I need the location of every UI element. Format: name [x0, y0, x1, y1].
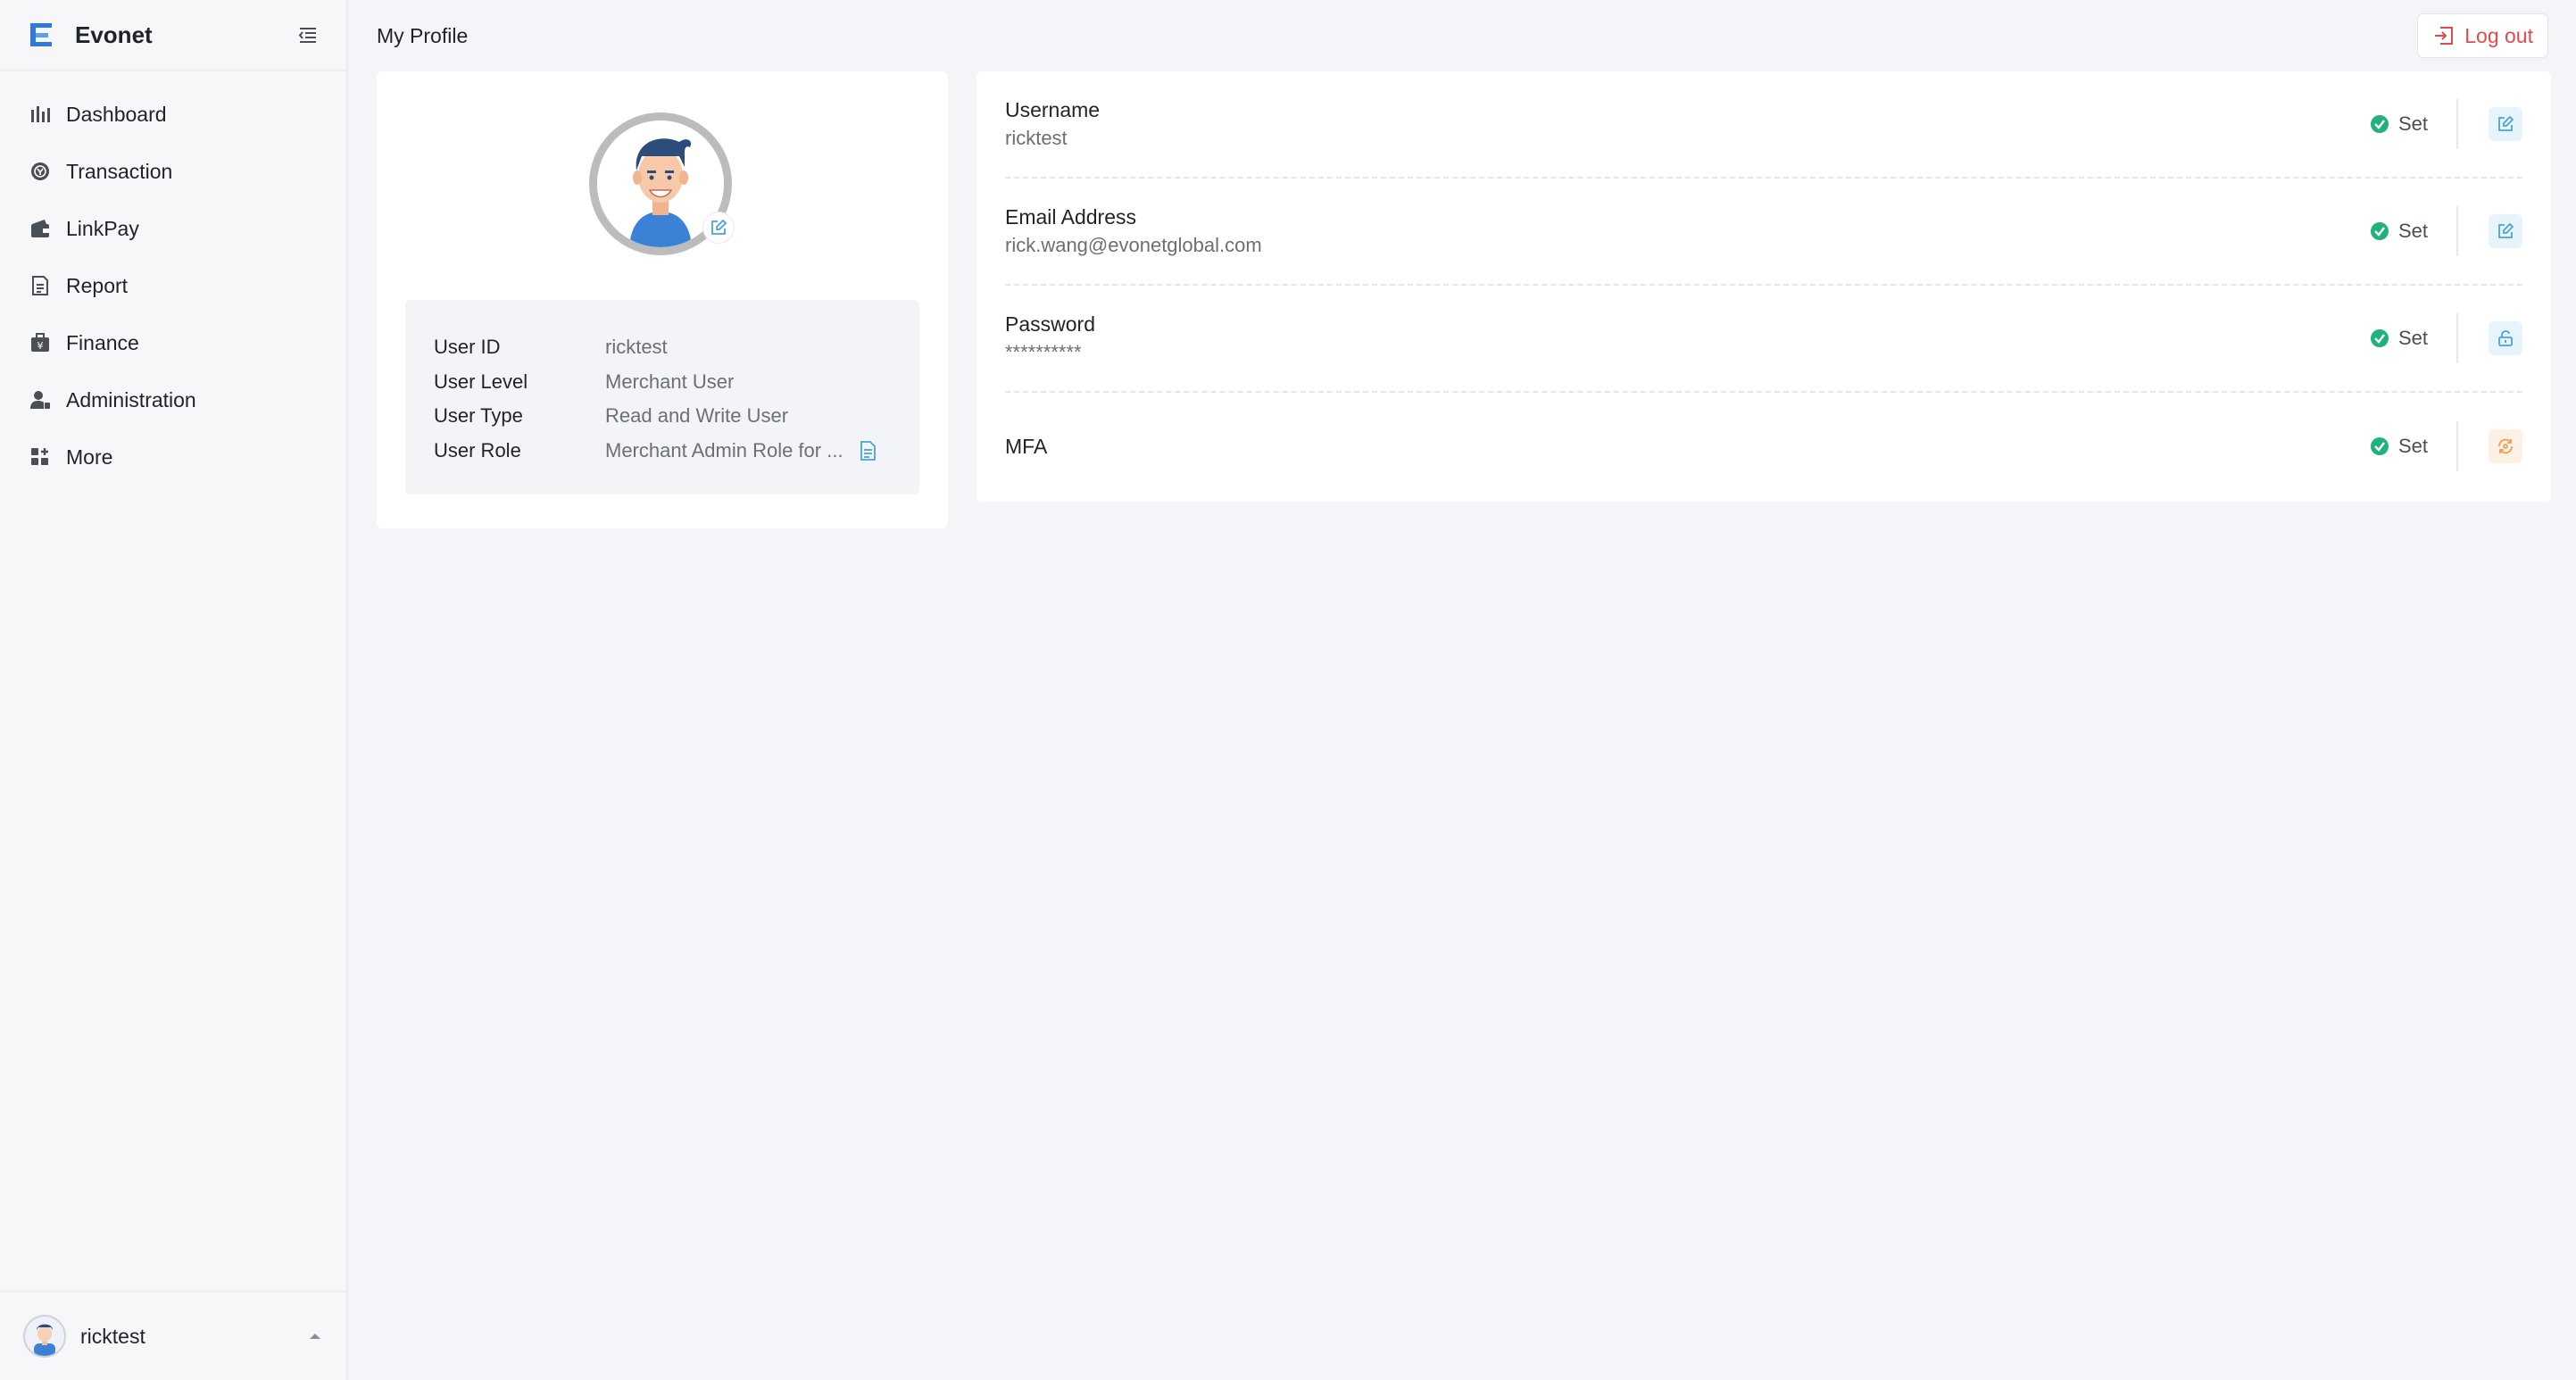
setting-text: Password **********	[1005, 310, 1095, 367]
info-value: ricktest	[605, 336, 668, 359]
setting-text: Username ricktest	[1005, 96, 1100, 153]
status-badge: Set	[2370, 327, 2428, 350]
setting-row-mfa: MFA Set	[1005, 393, 2522, 500]
change-password-button[interactable]	[2489, 321, 2522, 355]
sidebar-item-label: More	[66, 445, 113, 469]
setting-value: **********	[1005, 341, 1082, 363]
main-content: My Profile Log out User ID ricktest User…	[348, 0, 2576, 1380]
info-label: User Level	[434, 370, 528, 393]
avatar	[23, 1315, 66, 1358]
grid-icon	[29, 445, 52, 469]
setting-value: ricktest	[1005, 127, 1068, 149]
setting-row-username: Username ricktest Set	[1005, 71, 2522, 179]
admin-icon	[29, 388, 52, 412]
info-row-user-id: User ID ricktest	[434, 330, 891, 365]
profile-card: User ID ricktest User Level Merchant Use…	[377, 71, 948, 528]
divider	[2456, 99, 2458, 149]
sidebar-item-report[interactable]: Report	[0, 257, 346, 314]
info-value: Merchant Admin Role for ...	[605, 438, 843, 461]
divider	[2456, 421, 2458, 471]
status-badge: Set	[2370, 112, 2428, 136]
info-label: User Type	[434, 404, 523, 428]
check-circle-icon	[2370, 437, 2389, 455]
sidebar-item-label: Dashboard	[66, 102, 167, 126]
wallet-icon	[29, 217, 52, 240]
setting-text: Email Address rick.wang@evonetglobal.com	[1005, 203, 1262, 260]
sidebar-item-administration[interactable]: Administration	[0, 371, 346, 428]
collapse-menu-icon[interactable]	[296, 23, 320, 46]
divider	[2456, 313, 2458, 363]
sidebar-item-linkpay[interactable]: LinkPay	[0, 200, 346, 257]
status-text: Set	[2397, 435, 2428, 457]
sidebar-item-label: LinkPay	[66, 216, 139, 240]
info-value: Read and Write User	[605, 404, 789, 428]
info-row-user-role: User Role Merchant Admin Role for ...	[434, 434, 891, 469]
mfa-settings-button[interactable]	[2489, 429, 2522, 463]
status-text: Set	[2397, 327, 2428, 349]
svg-text:¥: ¥	[37, 340, 44, 352]
edit-icon	[711, 219, 727, 235]
edit-icon	[2498, 115, 2514, 131]
setting-title: Email Address	[1005, 205, 1137, 229]
sidebar-item-more[interactable]: More	[0, 428, 346, 486]
account-settings-card: Username ricktest Set Email Address rick…	[976, 71, 2551, 502]
mfa-refresh-icon	[2498, 438, 2513, 454]
logout-button[interactable]: Log out	[2418, 14, 2547, 57]
sidebar-item-label: Finance	[66, 330, 139, 354]
sidebar-item-label: Administration	[66, 387, 196, 412]
info-label: User Role	[434, 438, 521, 461]
setting-text: MFA	[1005, 432, 1047, 461]
sidebar-item-dashboard[interactable]: Dashboard	[0, 86, 346, 143]
sidebar-item-transaction[interactable]: Transaction	[0, 143, 346, 200]
brand-header: Evonet	[0, 0, 346, 71]
page-title: My Profile	[377, 23, 469, 47]
setting-title: Username	[1005, 98, 1101, 121]
info-value: Merchant User	[605, 370, 735, 393]
transaction-icon	[29, 160, 52, 183]
sidebar-item-label: Report	[66, 273, 129, 297]
sidebar-item-finance[interactable]: ¥ Finance	[0, 314, 346, 371]
evonet-logo-icon	[27, 20, 57, 50]
user-info-box: User ID ricktest User Level Merchant Use…	[405, 300, 919, 495]
report-icon	[29, 274, 52, 297]
edit-email-button[interactable]	[2489, 214, 2522, 248]
bar-chart-icon	[29, 103, 52, 126]
setting-row-password: Password ********** Set	[1005, 286, 2522, 393]
edit-avatar-button[interactable]	[703, 212, 734, 243]
setting-title: Password	[1005, 312, 1095, 336]
edit-icon	[2498, 222, 2514, 238]
info-row-user-type: User Type Read and Write User	[434, 399, 891, 434]
view-role-document-icon[interactable]	[856, 439, 879, 462]
status-badge: Set	[2370, 435, 2428, 458]
info-label: User ID	[434, 336, 501, 359]
sidebar-nav: Dashboard Transaction LinkPay Report ¥ F…	[0, 71, 346, 486]
finance-icon: ¥	[29, 331, 52, 354]
edit-username-button[interactable]	[2489, 107, 2522, 141]
logout-icon	[2435, 27, 2454, 45]
caret-up-icon	[307, 1328, 323, 1344]
setting-value: rick.wang@evonetglobal.com	[1005, 234, 1262, 256]
status-badge: Set	[2370, 220, 2428, 243]
app: Evonet Dashboard Transaction LinkPay Rep…	[0, 0, 2576, 1380]
brand-name: Evonet	[75, 21, 153, 48]
info-row-user-level: User Level Merchant User	[434, 365, 891, 400]
user-menu[interactable]: ricktest	[0, 1291, 346, 1380]
lock-icon	[2498, 330, 2513, 346]
status-text: Set	[2397, 220, 2428, 242]
check-circle-icon	[2370, 115, 2389, 133]
user-name: ricktest	[80, 1324, 145, 1348]
sidebar-item-label: Transaction	[66, 159, 173, 183]
setting-title: MFA	[1005, 435, 1048, 458]
setting-row-email: Email Address rick.wang@evonetglobal.com…	[1005, 179, 2522, 286]
check-circle-icon	[2370, 329, 2389, 347]
status-text: Set	[2397, 112, 2428, 135]
logout-label: Log out	[2464, 23, 2533, 47]
topbar: My Profile Log out	[348, 0, 2576, 71]
check-circle-icon	[2370, 222, 2389, 240]
divider	[2456, 206, 2458, 256]
sidebar: Evonet Dashboard Transaction LinkPay Rep…	[0, 0, 348, 1380]
